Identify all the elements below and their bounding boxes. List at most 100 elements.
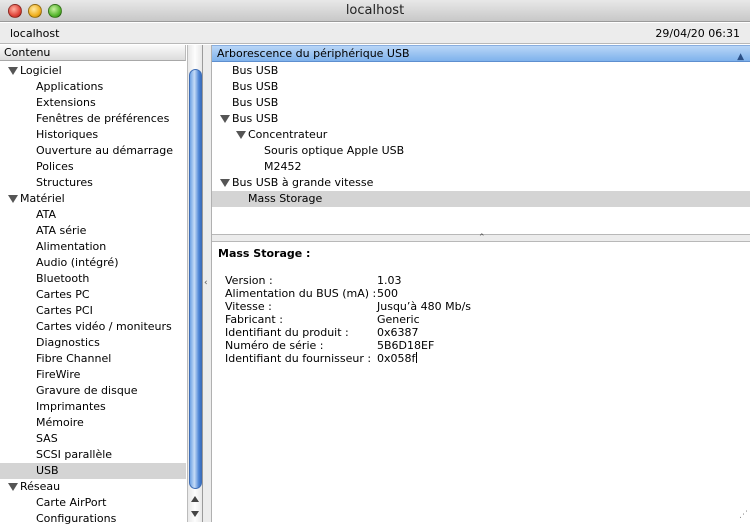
sidebar-column-header[interactable]: Contenu — [0, 45, 186, 61]
disclosure-triangle-icon[interactable] — [220, 115, 230, 123]
text-cursor — [416, 352, 418, 363]
details-field-value[interactable]: Jusqu’à 480 Mb/s — [377, 300, 471, 313]
sidebar-item-label: Alimentation — [36, 240, 107, 253]
sidebar-item[interactable]: Cartes PCI — [0, 303, 186, 319]
sidebar-item-label: Structures — [36, 176, 93, 189]
details-field-value[interactable]: 500 — [377, 287, 398, 300]
window-title: localhost — [345, 3, 405, 18]
sidebar-item[interactable]: SAS — [0, 431, 186, 447]
usb-tree-row-label: Souris optique Apple USB — [264, 144, 405, 157]
sidebar-item[interactable]: Imprimantes — [0, 399, 186, 415]
sidebar-item-label: Réseau — [20, 480, 61, 493]
host-name: localhost — [10, 27, 60, 40]
usb-tree-row[interactable]: Bus USB — [212, 95, 750, 111]
sidebar-item[interactable]: Gravure de disque — [0, 383, 186, 399]
sidebar-item-label: Applications — [36, 80, 104, 93]
contents-sidebar: Contenu Logiciel Applications Extensions Fe… — [0, 45, 203, 525]
details-field-value[interactable]: 1.03 — [377, 274, 402, 287]
sidebar-item[interactable]: ATA — [0, 207, 186, 223]
usb-tree-header-label: Arborescence du périphérique USB — [217, 47, 410, 60]
sidebar-item-label: Ouverture au démarrage — [36, 144, 174, 157]
details-field-value[interactable]: 0x058f — [377, 352, 418, 365]
details-field-key: Identifiant du fournisseur : — [225, 352, 372, 365]
details-field-key: Alimentation du BUS (mA) : — [225, 287, 377, 300]
sidebar-item-label: Extensions — [36, 96, 96, 109]
sidebar-item-label: Logiciel — [20, 64, 62, 77]
splitter-grip-icon[interactable]: ⌃ — [478, 233, 486, 243]
disclosure-triangle-icon[interactable] — [236, 131, 246, 139]
disclosure-triangle-icon[interactable] — [8, 483, 18, 491]
details-title: Mass Storage : — [218, 247, 311, 260]
info-bar: localhost 29/04/20 06:31 — [0, 23, 750, 44]
sidebar-item-label: USB — [36, 464, 59, 477]
sidebar-item-label: Carte AirPort — [36, 496, 107, 509]
sidebar-category[interactable]: Matériel — [0, 191, 186, 207]
sidebar-item[interactable]: Bluetooth — [0, 271, 186, 287]
sidebar-item[interactable]: Carte AirPort — [0, 495, 186, 511]
scroll-arrows[interactable] — [188, 492, 202, 522]
usb-tree-row-label: Bus USB — [232, 112, 279, 125]
sidebar-item[interactable]: Mémoire — [0, 415, 186, 431]
sidebar-item[interactable]: USB — [0, 463, 186, 479]
usb-tree-row[interactable]: Bus USB — [212, 79, 750, 95]
sidebar-item-label: Mémoire — [36, 416, 84, 429]
disclosure-triangle-icon[interactable] — [8, 67, 18, 75]
sidebar-category[interactable]: Logiciel — [0, 63, 186, 79]
details-field-value[interactable]: 5B6D18EF — [377, 339, 434, 352]
sidebar-item-label: FireWire — [36, 368, 81, 381]
sidebar-item-label: Audio (intégré) — [36, 256, 119, 269]
sidebar-item[interactable]: Cartes vidéo / moniteurs — [0, 319, 186, 335]
sidebar-scrollbar[interactable] — [187, 45, 202, 522]
sidebar-item-label: Polices — [36, 160, 74, 173]
sidebar-item-label: Imprimantes — [36, 400, 106, 413]
sidebar-item[interactable]: SCSI parallèle — [0, 447, 186, 463]
usb-tree-row[interactable]: Souris optique Apple USB — [212, 143, 750, 159]
splitter-grip-icon[interactable]: ‹ — [204, 278, 208, 288]
sidebar-item[interactable]: Configurations — [0, 511, 186, 527]
sidebar-item[interactable]: Extensions — [0, 95, 186, 111]
sidebar-item[interactable]: Ouverture au démarrage — [0, 143, 186, 159]
scroll-down-arrow-icon[interactable] — [191, 511, 199, 517]
scroll-up-arrow-icon[interactable] — [191, 496, 199, 502]
disclosure-triangle-icon[interactable] — [8, 195, 18, 203]
sidebar-item[interactable]: Cartes PC — [0, 287, 186, 303]
sidebar-scroll-thumb[interactable] — [189, 69, 202, 489]
sidebar-item-label: Cartes PCI — [36, 304, 93, 317]
sidebar-item[interactable]: Structures — [0, 175, 186, 191]
sidebar-item[interactable]: Alimentation — [0, 239, 186, 255]
sidebar-category[interactable]: Réseau — [0, 479, 186, 495]
details-field-key: Fabricant : — [225, 313, 283, 326]
sidebar-item-label: Matériel — [20, 192, 65, 205]
usb-tree-row[interactable]: Mass Storage — [212, 191, 750, 207]
details-field-key: Version : — [225, 274, 273, 287]
sidebar-item-label: Cartes vidéo / moniteurs — [36, 320, 172, 333]
usb-tree-row[interactable]: M2452 — [212, 159, 750, 175]
vertical-splitter[interactable]: ‹ — [203, 45, 212, 522]
sidebar-item[interactable]: Fibre Channel — [0, 351, 186, 367]
sidebar-item[interactable]: Polices — [0, 159, 186, 175]
usb-tree-row[interactable]: Concentrateur — [212, 127, 750, 143]
sidebar-item[interactable]: Diagnostics — [0, 335, 186, 351]
usb-tree-column-header[interactable]: Arborescence du périphérique USB ▲ — [212, 45, 750, 62]
usb-tree-row[interactable]: Bus USB — [212, 63, 750, 79]
horizontal-splitter[interactable]: ⌃ — [212, 233, 750, 243]
resize-grip-icon[interactable]: ⋰ — [739, 510, 748, 520]
details-field-value[interactable]: Generic — [377, 313, 420, 326]
sidebar-item[interactable]: Audio (intégré) — [0, 255, 186, 271]
window-title-bar[interactable]: localhost — [0, 0, 750, 22]
sidebar-item-label: Fenêtres de préférences — [36, 112, 170, 125]
usb-tree-row[interactable]: Bus USB — [212, 111, 750, 127]
sidebar-item[interactable]: Fenêtres de préférences — [0, 111, 186, 127]
sidebar-item[interactable]: ATA série — [0, 223, 186, 239]
usb-tree-row[interactable]: Bus USB à grande vitesse — [212, 175, 750, 191]
details-field-value[interactable]: 0x6387 — [377, 326, 419, 339]
sidebar-item[interactable]: Historiques — [0, 127, 186, 143]
sidebar-item-label: Bluetooth — [36, 272, 90, 285]
disclosure-triangle-icon[interactable] — [220, 179, 230, 187]
sidebar-item[interactable]: Applications — [0, 79, 186, 95]
sidebar-item[interactable]: FireWire — [0, 367, 186, 383]
usb-tree-row-label: Bus USB — [232, 80, 279, 93]
details-field-key: Identifiant du produit : — [225, 326, 349, 339]
usb-tree-row-label: M2452 — [264, 160, 302, 173]
usb-tree-row-label: Bus USB — [232, 96, 279, 109]
